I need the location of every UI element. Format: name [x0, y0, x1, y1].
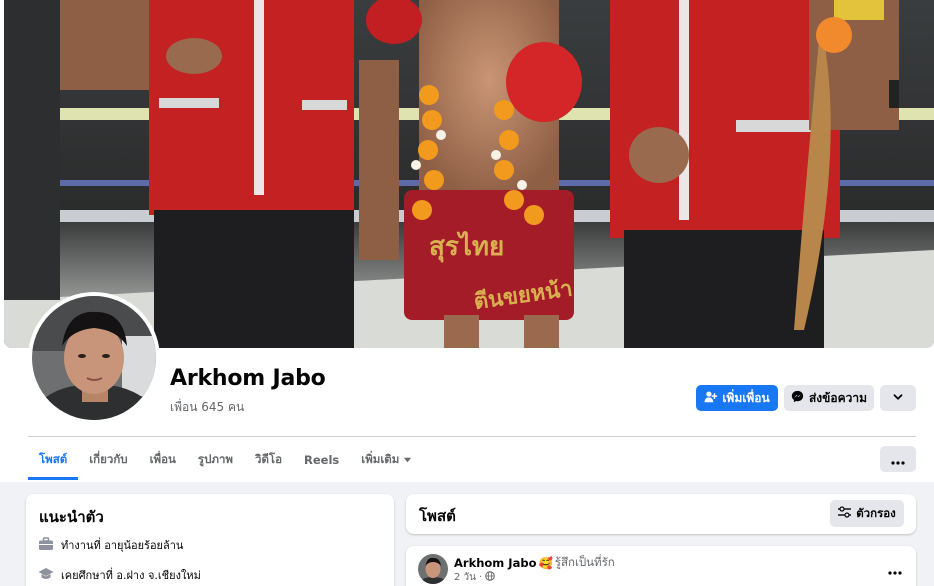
add-person-icon [704, 390, 718, 406]
feeling-emoji: 🥰 [538, 556, 553, 570]
ellipsis-icon [891, 450, 905, 469]
message-button[interactable]: ส่งข้อความ [784, 385, 874, 411]
tab-label: เพื่อน [149, 452, 176, 466]
ellipsis-icon [888, 560, 902, 579]
tab-photos[interactable]: รูปภาพ [187, 440, 244, 480]
chevron-down-icon [892, 391, 904, 406]
message-label: ส่งข้อความ [808, 390, 867, 405]
messenger-icon [791, 390, 804, 406]
header-divider [28, 436, 916, 437]
post-options-button[interactable] [888, 560, 902, 579]
caret-down-icon [403, 453, 412, 467]
tab-label: รูปภาพ [197, 452, 233, 466]
posts-header-card: โพสต์ ตัวกรอง [406, 494, 916, 534]
posts-title: โพสต์ [419, 507, 456, 525]
education-text: เคยศึกษาที่ อ.ฝาง จ.เชียงใหม่ [61, 569, 201, 582]
tab-label: เพิ่มเติม [361, 452, 400, 466]
avatar [32, 296, 156, 420]
filter-label: ตัวกรอง [856, 505, 896, 520]
tab-about[interactable]: เกี่ยวกับ [78, 440, 138, 480]
tab-label: วิดีโอ [255, 452, 283, 466]
tab-videos[interactable]: วิดีโอ [244, 440, 293, 480]
profile-name: Arkhom Jabo [170, 366, 326, 391]
intro-title: แนะนำตัว [39, 508, 104, 526]
intro-work: ทำงานที่ อายุน้อยร้อยล้าน [38, 536, 183, 554]
tabs-more-options-button[interactable] [880, 446, 916, 472]
post-feeling: รู้สึกเป็นที่รัก [554, 555, 615, 569]
post-author-name[interactable]: Arkhom Jabo [454, 556, 536, 570]
friends-count[interactable]: เพื่อน 645 คน [170, 398, 244, 417]
tab-reels[interactable]: Reels [293, 440, 350, 480]
profile-tabs: โพสต์ เกี่ยวกับ เพื่อน รูปภาพ วิดีโอ Ree… [28, 440, 423, 480]
tab-label: โพสต์ [39, 452, 68, 466]
intro-education: เคยศึกษาที่ อ.ฝาง จ.เชียงใหม่ [38, 566, 201, 584]
post-time[interactable]: 2 วัน · [454, 570, 482, 585]
tab-posts[interactable]: โพสต์ [28, 440, 79, 480]
globe-icon [485, 571, 496, 584]
post-card: Arkhom Jabo 🥰 รู้สึกเป็นที่รัก 2 วัน · [406, 546, 916, 586]
cover-photo[interactable]: สุรไทย ตีนขยหน้า [4, 0, 934, 348]
graduation-cap-icon [38, 567, 54, 584]
tab-label: Reels [304, 453, 340, 467]
intro-card: แนะนำตัว ทำงานที่ อายุน้อยร้อยล้าน เคยศึ… [26, 494, 394, 586]
tab-friends[interactable]: เพื่อน [139, 440, 187, 480]
cover-photo-image: สุรไทย ตีนขยหน้า [4, 0, 934, 348]
post-author-avatar[interactable] [418, 554, 448, 584]
work-text: ทำงานที่ อายุน้อยร้อยล้าน [61, 539, 184, 552]
briefcase-icon [38, 536, 54, 554]
add-friend-label: เพิ่มเพื่อน [722, 390, 770, 405]
tab-more[interactable]: เพิ่มเติม [350, 440, 423, 480]
profile-picture[interactable] [28, 292, 160, 424]
add-friend-button[interactable]: เพิ่มเพื่อน [696, 385, 778, 411]
profile-header: สุรไทย ตีนขยหน้า Arkhom Jabo เพื่อน 645 … [0, 0, 934, 482]
sliders-icon [838, 506, 852, 521]
post-meta: 2 วัน · [454, 570, 496, 585]
filter-button[interactable]: ตัวกรอง [830, 500, 904, 527]
svg-text:สุรไทย: สุรไทย [429, 230, 504, 263]
more-actions-button[interactable] [880, 385, 916, 411]
tab-label: เกี่ยวกับ [89, 452, 128, 466]
